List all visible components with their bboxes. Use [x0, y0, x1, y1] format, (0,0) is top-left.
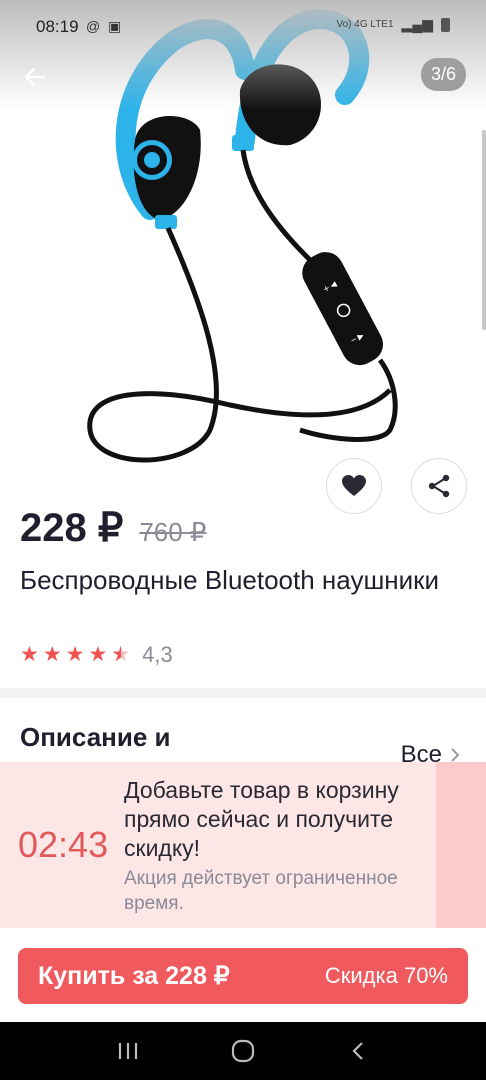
chevron-right-icon — [451, 748, 460, 762]
product-title: Беспроводные Bluetooth наушники — [20, 565, 440, 595]
home-button[interactable] — [221, 1029, 265, 1073]
signal-icon: ▂▄▆ — [401, 16, 433, 32]
heart-icon — [342, 475, 366, 496]
star-icon: ★ — [42, 643, 62, 666]
recent-apps-button[interactable] — [106, 1029, 150, 1073]
buy-discount: Скидка 70% — [324, 963, 448, 988]
home-icon — [231, 1039, 255, 1063]
buy-bar: Купить за 228 ₽ Скидка 70% — [0, 928, 486, 1022]
favorite-button[interactable] — [326, 458, 382, 514]
price: 228 ₽ — [20, 506, 124, 550]
back-arrow-icon — [24, 67, 46, 87]
share-button[interactable] — [411, 458, 467, 514]
section-divider — [0, 688, 486, 698]
nav-back-button[interactable] — [336, 1029, 380, 1073]
description-title: Описание и — [20, 722, 171, 752]
star-icon: ★ — [65, 643, 85, 666]
scrollbar[interactable] — [482, 130, 486, 330]
buy-button[interactable]: Купить за 228 ₽ Скидка 70% — [18, 948, 468, 1004]
promo-timer: 02:43 — [18, 824, 109, 865]
screenshot-icon: ▣ — [108, 18, 122, 34]
promo-headline: Добавьте товар в корзину прямо сейчас и … — [124, 777, 399, 861]
promo-banner[interactable]: 02:43 Добавьте товар в корзину прямо сей… — [0, 762, 486, 928]
buy-label: Купить за 228 ₽ — [38, 962, 230, 990]
image-counter: 3/6 — [420, 58, 466, 91]
battery-icon — [441, 17, 450, 32]
star-icon: ★ — [20, 643, 39, 666]
star-half-icon: ★★ — [111, 643, 131, 666]
network-label: Vo) 4G LTE1 — [336, 19, 394, 30]
at-sign-icon: @ — [86, 18, 101, 34]
back-button[interactable] — [18, 60, 52, 94]
old-price: 760 ₽ — [139, 517, 207, 547]
recent-apps-icon — [118, 1043, 137, 1059]
star-icon: ★ — [88, 643, 108, 666]
status-right-group: Vo) 4G LTE1 ▂▄▆ — [336, 16, 450, 33]
status-time: 08:19 — [36, 17, 79, 36]
nav-back-icon — [352, 1042, 364, 1060]
price-row: 228 ₽ 760 ₽ — [20, 505, 206, 551]
rating-value: 4,3 — [142, 642, 173, 667]
share-icon — [428, 474, 450, 498]
system-nav-bar — [0, 1022, 486, 1080]
promo-subtext: Акция действует ограниченное время. — [124, 868, 398, 914]
rating-row[interactable]: ★ ★ ★ ★ ★★ 4,3 — [20, 642, 173, 668]
status-bar: 08:19 @ ▣ Vo) 4G LTE1 ▂▄▆ — [0, 0, 486, 52]
